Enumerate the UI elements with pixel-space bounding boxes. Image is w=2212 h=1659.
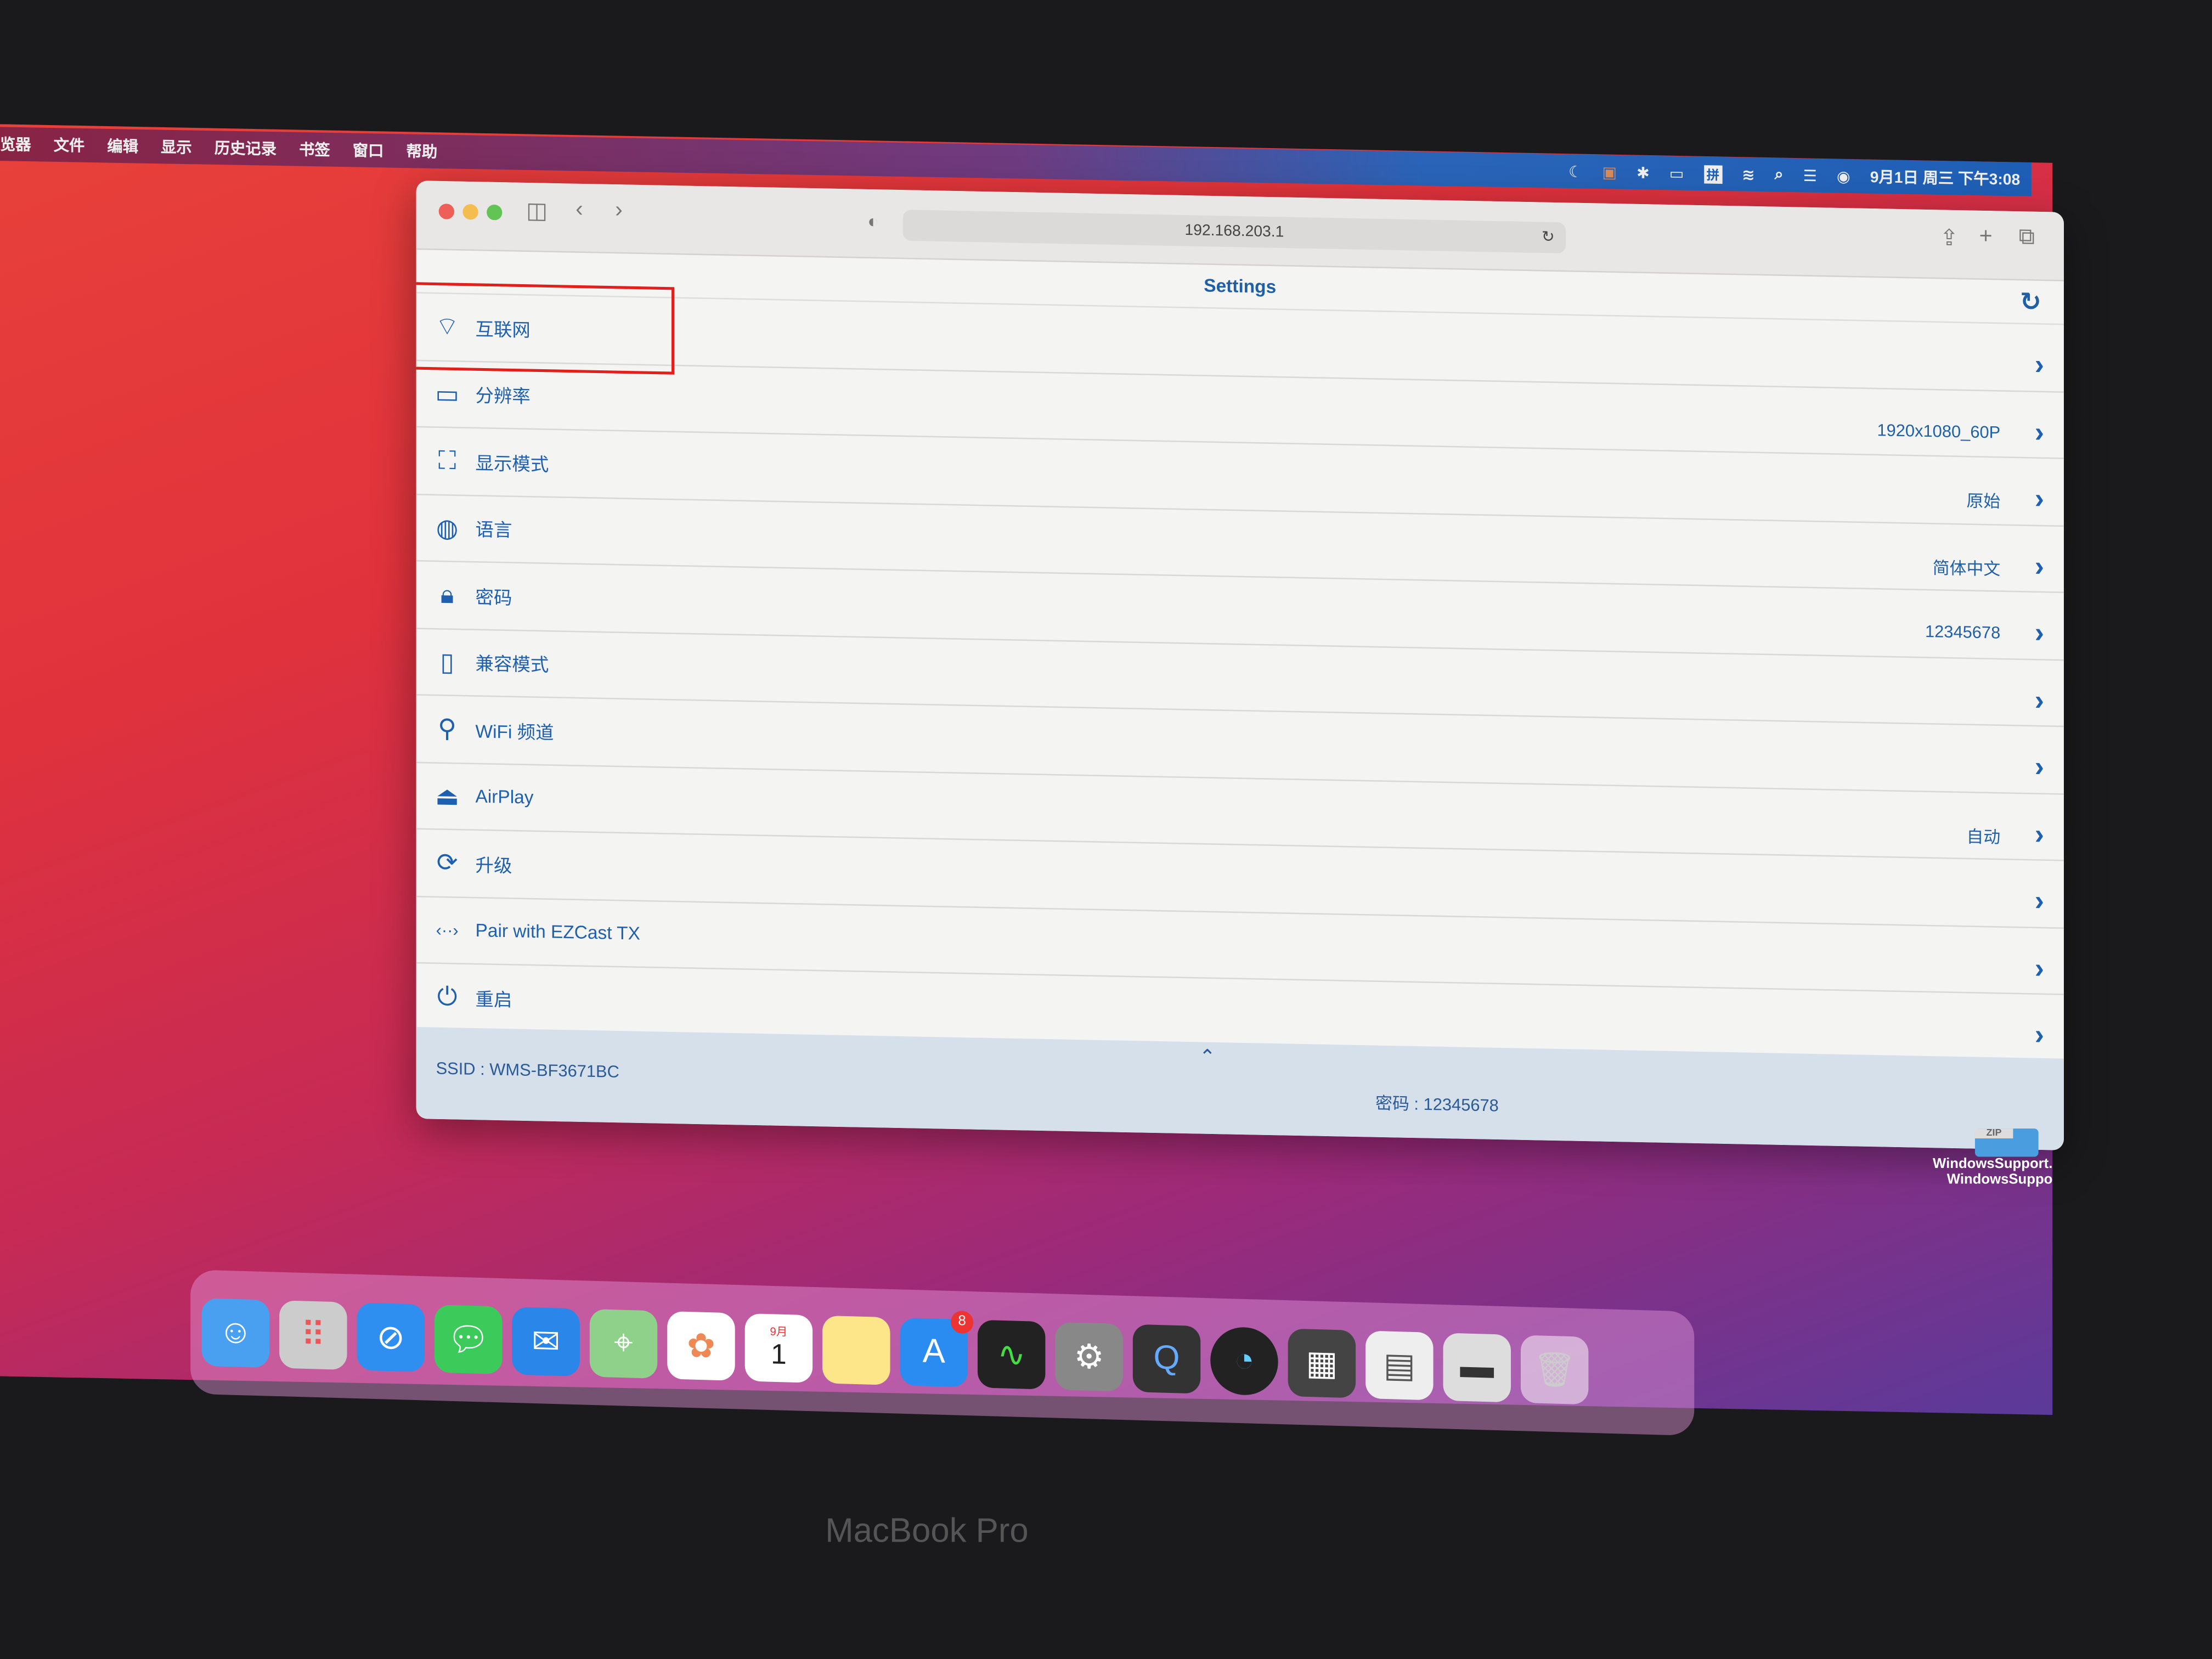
activity-monitor-icon[interactable]: ∿ xyxy=(977,1319,1046,1390)
shield-icon[interactable]: ◐ xyxy=(867,211,878,232)
chevron-up-icon[interactable]: ⌃ xyxy=(1199,1045,1216,1069)
item-label: 显示模式 xyxy=(475,452,549,475)
chevron-right-icon: › xyxy=(2034,752,2044,783)
sidebar-icon[interactable]: ◫ xyxy=(526,197,548,225)
item-label: 分辨率 xyxy=(475,385,531,408)
item-label: 升级 xyxy=(475,854,512,876)
safari-icon[interactable]: ⊘ xyxy=(357,1302,425,1373)
menu-bookmarks[interactable]: 书签 xyxy=(299,138,330,161)
antenna-icon: ⚲ xyxy=(438,714,457,743)
item-label: 密码 xyxy=(475,586,512,608)
calculator-icon[interactable]: ▦ xyxy=(1288,1328,1356,1398)
file-name-2: WindowsSuppo xyxy=(1946,1172,2053,1188)
file-name-1: WindowsSupport. xyxy=(1933,1156,2053,1172)
chevron-right-icon: › xyxy=(2034,885,2044,917)
input-method-icon[interactable]: 拼 xyxy=(1703,164,1723,183)
display-mode-icon: ⛶ xyxy=(438,446,456,476)
page-title: Settings xyxy=(1204,274,1277,297)
chevron-right-icon: › xyxy=(2034,416,2044,448)
finder-icon[interactable]: ☺ xyxy=(201,1298,270,1368)
reload-icon[interactable]: ↻ xyxy=(1542,222,1555,253)
item-label: 语言 xyxy=(475,519,512,541)
item-value: 1920x1080_60P xyxy=(1877,419,2001,442)
url-text: 192.168.203.1 xyxy=(1184,222,1284,241)
phone-icon: ▯ xyxy=(440,647,454,676)
control-center-icon[interactable]: ☰ xyxy=(1803,166,1817,185)
item-value: 12345678 xyxy=(1925,621,2001,643)
share-icon[interactable]: ⇪ xyxy=(1940,224,1959,252)
chevron-right-icon: › xyxy=(2034,685,2044,716)
quicktime-icon[interactable]: Q xyxy=(1132,1324,1201,1394)
menu-window[interactable]: 窗口 xyxy=(353,139,384,162)
mail-icon[interactable]: ✉ xyxy=(512,1307,580,1376)
item-value: 自动 xyxy=(1966,826,2001,847)
chevron-right-icon: › xyxy=(2034,819,2044,850)
new-tab-icon[interactable]: + xyxy=(1979,225,1993,251)
document-icon[interactable]: ▤ xyxy=(1365,1330,1434,1401)
close-button[interactable] xyxy=(438,204,454,219)
zip-file-icon: ZIP xyxy=(1974,1128,2039,1157)
messages-icon[interactable]: 💬︎ xyxy=(434,1305,503,1374)
item-label: 兼容模式 xyxy=(475,653,549,676)
item-label: 重启 xyxy=(475,988,512,1011)
app-store-icon[interactable]: A8 xyxy=(900,1310,974,1387)
minimize-button[interactable] xyxy=(462,204,478,220)
app-store-badge: 8 xyxy=(951,1310,974,1334)
launchpad-icon[interactable]: ⠿ xyxy=(279,1300,347,1370)
battery-icon[interactable]: ▭ xyxy=(1669,164,1684,182)
refresh-icon[interactable]: ↻ xyxy=(2020,280,2041,323)
settings-list: ⌔ 互联网 › ▭ 分辨率 1920x1080_60P › ⛶ 显示模式 原始 › ◍ 语言 简体中… xyxy=(416,281,2064,1063)
disk-diag-icon[interactable]: ◔ xyxy=(1210,1326,1278,1396)
airplay-icon: ⏏ xyxy=(435,781,459,810)
siri-icon[interactable]: ◉ xyxy=(1837,167,1850,185)
calendar-icon[interactable]: 9月 1 xyxy=(744,1313,813,1383)
item-label: Pair with EZCast TX xyxy=(475,919,640,945)
item-label: AirPlay xyxy=(475,786,534,809)
item-value: 简体中文 xyxy=(1932,557,2001,579)
footer-password-text: 密码 : 12345678 xyxy=(1375,1093,1499,1116)
item-label: WiFi 频道 xyxy=(475,720,554,743)
desktop-file-zip[interactable]: ZIP WindowsSupport. WindowsSuppo xyxy=(1918,1128,2052,1188)
disk-image-icon[interactable]: ▬ xyxy=(1443,1333,1511,1403)
chevron-right-icon: › xyxy=(2034,1020,2044,1052)
menu-help[interactable]: 帮助 xyxy=(407,140,438,163)
notes-icon[interactable] xyxy=(822,1315,890,1385)
screen-mirror-icon[interactable]: ▣ xyxy=(1602,163,1617,181)
clock[interactable]: 9月1日 周三 下午3:08 xyxy=(1870,165,2021,190)
system-preferences-icon[interactable]: ⚙ xyxy=(1055,1322,1123,1392)
globe-icon: ◍ xyxy=(436,514,459,543)
bluetooth-icon[interactable]: ✱ xyxy=(1637,163,1650,182)
chevron-right-icon: › xyxy=(2034,349,2044,381)
wifi-icon[interactable]: ≋ xyxy=(1742,165,1755,184)
item-value: 原始 xyxy=(1966,491,2001,512)
menu-history[interactable]: 历史记录 xyxy=(215,137,276,160)
lock-icon: 🔒︎ xyxy=(440,580,454,610)
trash-icon[interactable]: 🗑︎ xyxy=(1520,1335,1589,1405)
chevron-right-icon: › xyxy=(2034,953,2044,984)
menu-file[interactable]: 文件 xyxy=(54,133,85,156)
safari-window: ◫ ‹ › ◐ 192.168.203.1 ↻ ⇪ + ⧉ Settings ↻ … xyxy=(416,180,2064,1150)
bezel-label: MacBook Pro xyxy=(825,1512,1029,1550)
menu-app[interactable]: 览器 xyxy=(0,133,31,156)
upgrade-icon: ⟳ xyxy=(436,848,458,877)
chevron-right-icon: › xyxy=(2034,484,2044,515)
menu-view[interactable]: 显示 xyxy=(161,136,192,159)
photo-stage: 览器 文件 编辑 显示 历史记录 书签 窗口 帮助 ☾ ▣ ✱ ▭ 拼 ≋ ⌕ … xyxy=(0,0,2212,1659)
pair-icon: ‹··› xyxy=(436,919,459,940)
forward-icon[interactable]: › xyxy=(615,199,623,224)
address-bar[interactable]: 192.168.203.1 ↻ xyxy=(902,210,1566,253)
tabs-overview-icon[interactable]: ⧉ xyxy=(2019,225,2035,251)
photos-icon[interactable]: ✿ xyxy=(667,1311,735,1381)
menu-edit[interactable]: 编辑 xyxy=(107,134,138,157)
zoom-button[interactable] xyxy=(487,204,503,221)
moon-icon[interactable]: ☾ xyxy=(1568,162,1582,180)
maps-icon[interactable]: ⌖ xyxy=(589,1309,658,1379)
search-icon[interactable]: ⌕ xyxy=(1775,166,1784,184)
chevron-right-icon: › xyxy=(2034,551,2044,583)
power-icon: ⏻ xyxy=(437,983,458,1012)
chevron-right-icon: › xyxy=(2034,618,2044,650)
ssid-text: SSID : WMS-BF3671BC xyxy=(436,1058,619,1082)
back-icon[interactable]: ‹ xyxy=(575,198,583,223)
monitor-icon: ▭ xyxy=(435,379,459,408)
